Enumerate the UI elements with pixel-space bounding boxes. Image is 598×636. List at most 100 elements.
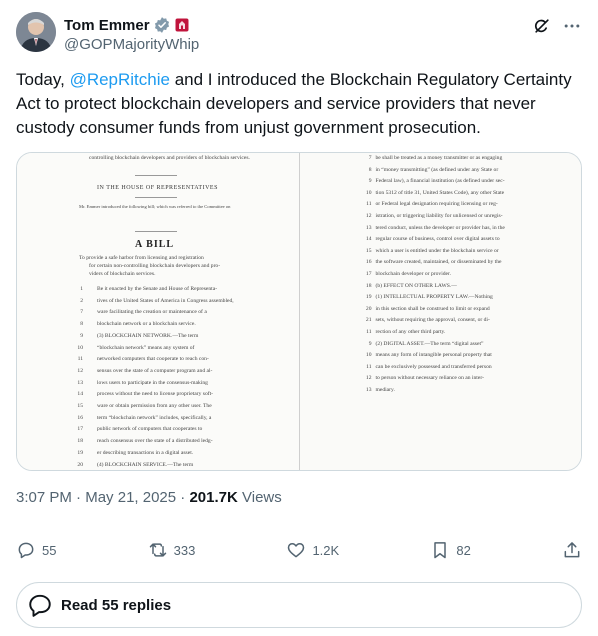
- doc-rule: [135, 175, 177, 176]
- doc-line-number: 16: [77, 414, 83, 421]
- doc-line-text: “blockchain network” means any system of: [97, 344, 195, 351]
- tweet-meta: 3:07 PM · May 21, 2025 · 201.7K Views: [16, 489, 282, 506]
- doc-line-number: 10: [365, 189, 372, 196]
- repost-icon: [149, 543, 166, 557]
- doc-line-number: 15: [365, 247, 372, 254]
- doc-line-number: 16: [365, 259, 372, 266]
- doc-line-text: Federal law), a financial institution (a…: [375, 178, 505, 185]
- doc-line-number: 11: [366, 329, 372, 335]
- meta-separator: ·: [176, 489, 190, 506]
- doc-line-number: 21: [365, 317, 372, 324]
- reply-button[interactable]: 55: [16, 540, 56, 560]
- mention-link[interactable]: @RepRitchie: [70, 70, 170, 89]
- doc-line-text: tion 5312 of title 31, United States Cod…: [375, 189, 505, 196]
- doc-line-text: networked computers that cooperate to re…: [97, 356, 209, 363]
- doc-line-text: ware or obtain permission from any other…: [97, 403, 212, 409]
- read-replies-button[interactable]: Read 55 replies: [16, 582, 582, 628]
- doc-top-line: controlling blockchain developers and pr…: [89, 155, 250, 161]
- tweet-text: Today, @RepRitchie and I introduced the …: [16, 68, 586, 140]
- views-label: Views: [237, 489, 282, 506]
- doc-line-number: 1: [80, 286, 83, 292]
- verified-badge-icon[interactable]: [153, 16, 171, 34]
- doc-line-number: 13: [365, 224, 372, 231]
- doc-title: A BILL: [135, 239, 175, 250]
- media-attachment[interactable]: controlling blockchain developers and pr…: [16, 152, 582, 471]
- doc-line-number: 18: [77, 438, 83, 445]
- like-count: 1.2K: [312, 542, 340, 558]
- doc-line-number: 7: [368, 155, 372, 161]
- doc-line-text: public network of computers that coopera…: [97, 426, 203, 433]
- doc-rule: [135, 231, 177, 232]
- author-handle[interactable]: @GOPMajorityWhip: [64, 36, 199, 53]
- doc-line-number: 10: [77, 344, 83, 351]
- doc-rule: [135, 197, 177, 198]
- display-name[interactable]: Tom Emmer: [64, 17, 150, 34]
- doc-intro: Mr. Emmer introduced the following bill;…: [79, 204, 231, 209]
- doc-line-number: 12: [365, 213, 372, 219]
- doc-line-number: 13: [77, 379, 83, 386]
- doc-purpose-line: for certain non-controlling blockchain d…: [89, 263, 221, 269]
- doc-line-text: regular course of business, control over…: [375, 236, 500, 243]
- doc-line-text: the software created, maintained, or dis…: [375, 259, 502, 266]
- reply-icon: [18, 542, 34, 559]
- doc-line-number: 8: [80, 321, 83, 328]
- doc-line-number: 7: [80, 309, 83, 316]
- repost-count: 333: [173, 542, 196, 558]
- reply-count: 55: [42, 542, 57, 558]
- doc-line-number: 11: [77, 356, 83, 363]
- name-row: Tom Emmer: [64, 15, 199, 35]
- doc-line-text: means any form of intangible personal pr…: [375, 352, 492, 359]
- tweet-date[interactable]: May 21, 2025: [85, 489, 176, 506]
- doc-line-text: in this section shall be construed to li…: [375, 305, 490, 312]
- doc-line-text: process without the need to license prop…: [97, 391, 214, 398]
- doc-line-number: 9: [368, 178, 372, 185]
- doc-purpose-line: viders of blockchain services.: [89, 271, 156, 277]
- like-button[interactable]: 1.2K: [286, 540, 339, 560]
- doc-line-text: to person without necessary reliance on …: [375, 375, 484, 382]
- tweet-header: Tom Emmer @GOPMajorityWhip: [16, 12, 582, 56]
- doc-line-text: tives of the United States of America in…: [97, 297, 234, 304]
- doc-line-text: term “blockchain network” includes, spec…: [97, 414, 212, 421]
- doc-line-text: rection of any other third party.: [375, 329, 446, 335]
- document-page-right[interactable]: 7 be shall be treated as a money transmit…: [299, 153, 581, 470]
- reply-bubble-icon: [29, 594, 51, 617]
- doc-line-number: 14: [365, 236, 372, 243]
- avatar[interactable]: [16, 12, 56, 52]
- bookmark-icon: [434, 542, 447, 559]
- doc-line-number: 19: [365, 294, 372, 301]
- doc-line-text: blockchain developer or provider.: [375, 271, 452, 277]
- doc-house-heading: IN THE HOUSE OF REPRESENTATIVES: [97, 185, 218, 191]
- doc-line-number: 9: [80, 332, 83, 339]
- views-count[interactable]: 201.7K: [189, 489, 237, 506]
- doc-line-text: er describing transactions in a digital …: [97, 449, 194, 456]
- doc-line-number: 20: [365, 305, 372, 312]
- share-icon: [564, 542, 580, 558]
- heart-icon: [288, 543, 305, 558]
- doc-line-text: ware facilitating the creation or mainte…: [97, 309, 207, 316]
- bookmark-button[interactable]: 82: [430, 540, 471, 560]
- doc-line-text: blockchain network or a blockchain servi…: [97, 321, 196, 328]
- doc-line-text: can be exclusively possessed and transfe…: [375, 363, 492, 370]
- tweet-text-intro: Today,: [16, 70, 70, 89]
- grok-icon[interactable]: [532, 16, 552, 36]
- share-button[interactable]: [562, 540, 582, 560]
- document-page-left[interactable]: controlling blockchain developers and pr…: [17, 153, 300, 470]
- action-bar: 55 333 1.2K 82: [16, 538, 582, 562]
- doc-line-text: (1) INTELLECTUAL PROPERTY LAW.—Nothing: [375, 294, 493, 301]
- doc-line-number: 17: [77, 426, 83, 433]
- doc-line-text: sets, without requiring the approval, co…: [375, 317, 490, 324]
- doc-line-number: 9: [368, 340, 372, 347]
- doc-line-text: (3) BLOCKCHAIN NETWORK.—The term: [97, 332, 199, 339]
- doc-purpose-line: To provide a safe harbor from licensing …: [79, 255, 204, 261]
- tweet-time[interactable]: 3:07 PM: [16, 489, 72, 506]
- doc-line-number: 15: [77, 403, 83, 409]
- doc-line-number: 12: [77, 367, 83, 374]
- doc-line-number: 8: [368, 166, 372, 173]
- house-affiliation-badge-icon[interactable]: [175, 18, 189, 32]
- doc-line-text: mediary.: [375, 387, 395, 393]
- doc-line-number: 10: [365, 352, 372, 359]
- repost-button[interactable]: 333: [148, 540, 196, 560]
- doc-line-number: 14: [77, 391, 83, 398]
- doc-line-number: 12: [365, 375, 372, 382]
- more-options-icon[interactable]: [562, 16, 582, 36]
